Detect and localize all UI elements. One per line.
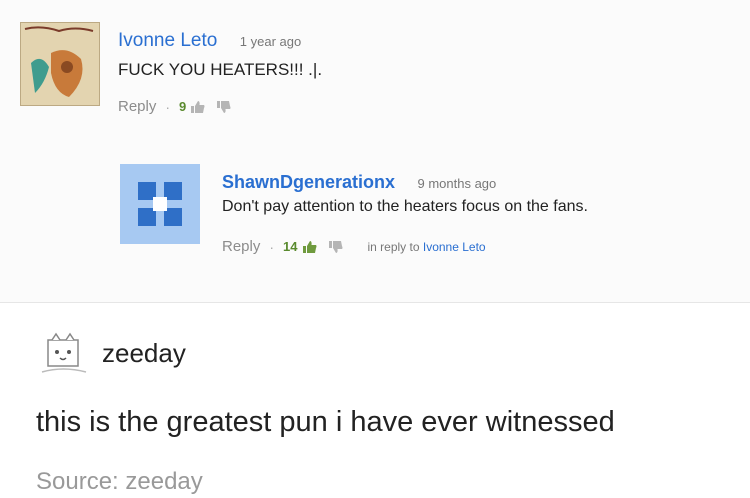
thumbs-up-icon[interactable] [302, 240, 318, 254]
timestamp[interactable]: 9 months ago [417, 176, 496, 191]
tumblr-post: zeeday this is the greatest pun i have e… [0, 302, 750, 498]
reply-button[interactable]: Reply [118, 98, 156, 115]
comment-ivonne: Ivonne Leto 1 year ago FUCK YOU HEATERS!… [20, 22, 720, 122]
comment-actions: Reply · 14 in reply to Ivonne Leto [222, 238, 486, 255]
avatar[interactable] [120, 164, 200, 244]
reply-button[interactable]: Reply [222, 238, 260, 255]
in-reply-to: in reply to Ivonne Leto [368, 240, 486, 254]
comment-text: FUCK YOU HEATERS!!! .|. [118, 60, 323, 79]
post-source[interactable]: Source: zeeday [36, 468, 203, 496]
thumbs-down-icon[interactable] [216, 100, 232, 114]
user-avatar-icon[interactable] [36, 332, 90, 380]
separator-dot: · [269, 238, 275, 255]
comment-text: Don't pay attention to the heaters focus… [222, 198, 588, 215]
post-text: this is the greatest pun i have ever wit… [36, 406, 615, 438]
comment-actions: Reply · 9 [118, 98, 242, 115]
like-count: 14 [283, 239, 298, 254]
comment-shawn: ShawnDgenerationx 9 months ago Don't pay… [120, 164, 740, 264]
author-link[interactable]: Ivonne Leto [118, 30, 217, 51]
thumbs-up-icon[interactable] [190, 100, 206, 114]
comment-meta: ShawnDgenerationx 9 months ago [222, 172, 496, 193]
in-reply-prefix: in reply to [367, 239, 420, 254]
comment-meta: Ivonne Leto 1 year ago [118, 30, 301, 52]
like-count: 9 [179, 99, 187, 114]
thumbs-down-icon[interactable] [328, 240, 344, 254]
youtube-comments-screenshot: Ivonne Leto 1 year ago FUCK YOU HEATERS!… [0, 0, 750, 303]
author-link[interactable]: ShawnDgenerationx [222, 172, 395, 192]
username[interactable]: zeeday [102, 338, 186, 369]
in-reply-link[interactable]: Ivonne Leto [423, 240, 486, 254]
avatar[interactable] [20, 22, 100, 106]
separator-dot: · [165, 98, 171, 115]
timestamp[interactable]: 1 year ago [240, 34, 301, 49]
